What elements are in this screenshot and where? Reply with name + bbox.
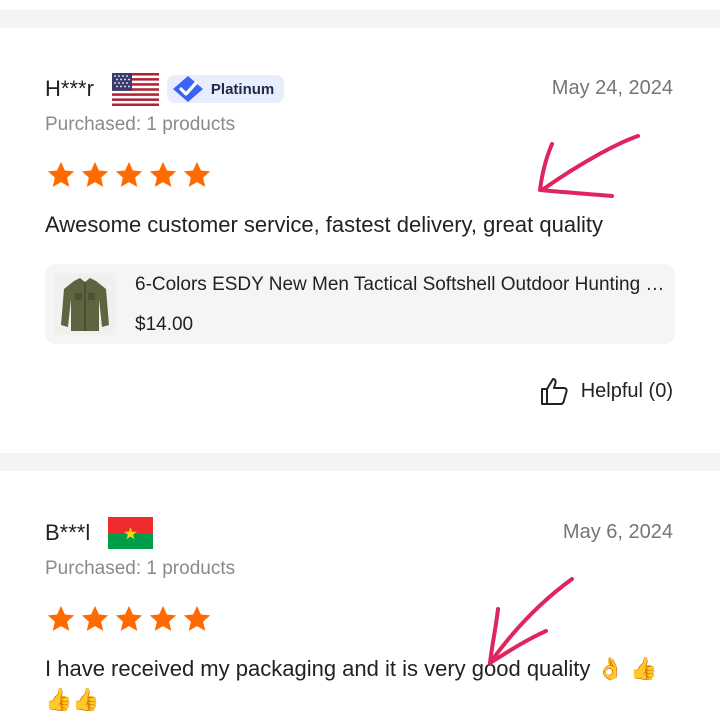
- badge-label: Platinum: [210, 80, 275, 98]
- star-icon: [149, 605, 177, 631]
- thumbs-up-icon: [540, 378, 568, 405]
- helpful-button[interactable]: Helpful (0): [539, 376, 673, 406]
- star-icon: [149, 161, 177, 187]
- star-icon: [47, 161, 75, 187]
- reviewer-name: H***r: [45, 76, 94, 101]
- star-icon: [115, 605, 143, 631]
- review-card: B***l May 6, 2024 Purchased: 1 products …: [0, 471, 720, 725]
- star-rating: [46, 604, 212, 634]
- reviewer-header: B***l: [45, 515, 154, 551]
- verified-check-icon: [172, 76, 203, 102]
- purchased-count: Purchased: 1 products: [45, 558, 236, 579]
- review-card: H***r Platinum May 24, 2024 Purchased: 1…: [0, 28, 720, 453]
- burkina-faso-flag-icon: [108, 517, 154, 549]
- us-flag-icon: [111, 72, 159, 106]
- star-icon: [183, 605, 211, 631]
- helpful-label: Helpful (0): [580, 379, 673, 402]
- reviewer-header: H***r Platinum: [45, 71, 285, 107]
- product-card[interactable]: 6-Colors ESDY New Men Tactical Softshell…: [45, 264, 675, 344]
- star-icon: [81, 605, 109, 631]
- annotation-arrow-icon: [488, 577, 574, 665]
- star-icon: [47, 605, 75, 631]
- product-title: 6-Colors ESDY New Men Tactical Softshell…: [135, 274, 665, 295]
- jacket-image-icon: [54, 273, 116, 335]
- platinum-badge: Platinum: [166, 75, 285, 103]
- product-price: $14.00: [135, 314, 194, 335]
- purchased-count: Purchased: 1 products: [45, 114, 236, 135]
- star-icon: [81, 161, 109, 187]
- review-date: May 6, 2024: [562, 521, 673, 543]
- review-text: Awesome customer service, fastest delive…: [45, 212, 603, 237]
- annotation-arrow-icon: [538, 134, 640, 198]
- star-icon: [115, 161, 143, 187]
- reviewer-name: B***l: [45, 520, 91, 545]
- section-divider: [0, 10, 720, 28]
- star-icon: [183, 161, 211, 187]
- review-date: May 24, 2024: [551, 77, 673, 99]
- star-rating: [46, 160, 212, 190]
- product-thumbnail: [54, 273, 116, 335]
- section-divider: [0, 453, 720, 471]
- review-text: I have received my packaging and it is v…: [45, 656, 658, 712]
